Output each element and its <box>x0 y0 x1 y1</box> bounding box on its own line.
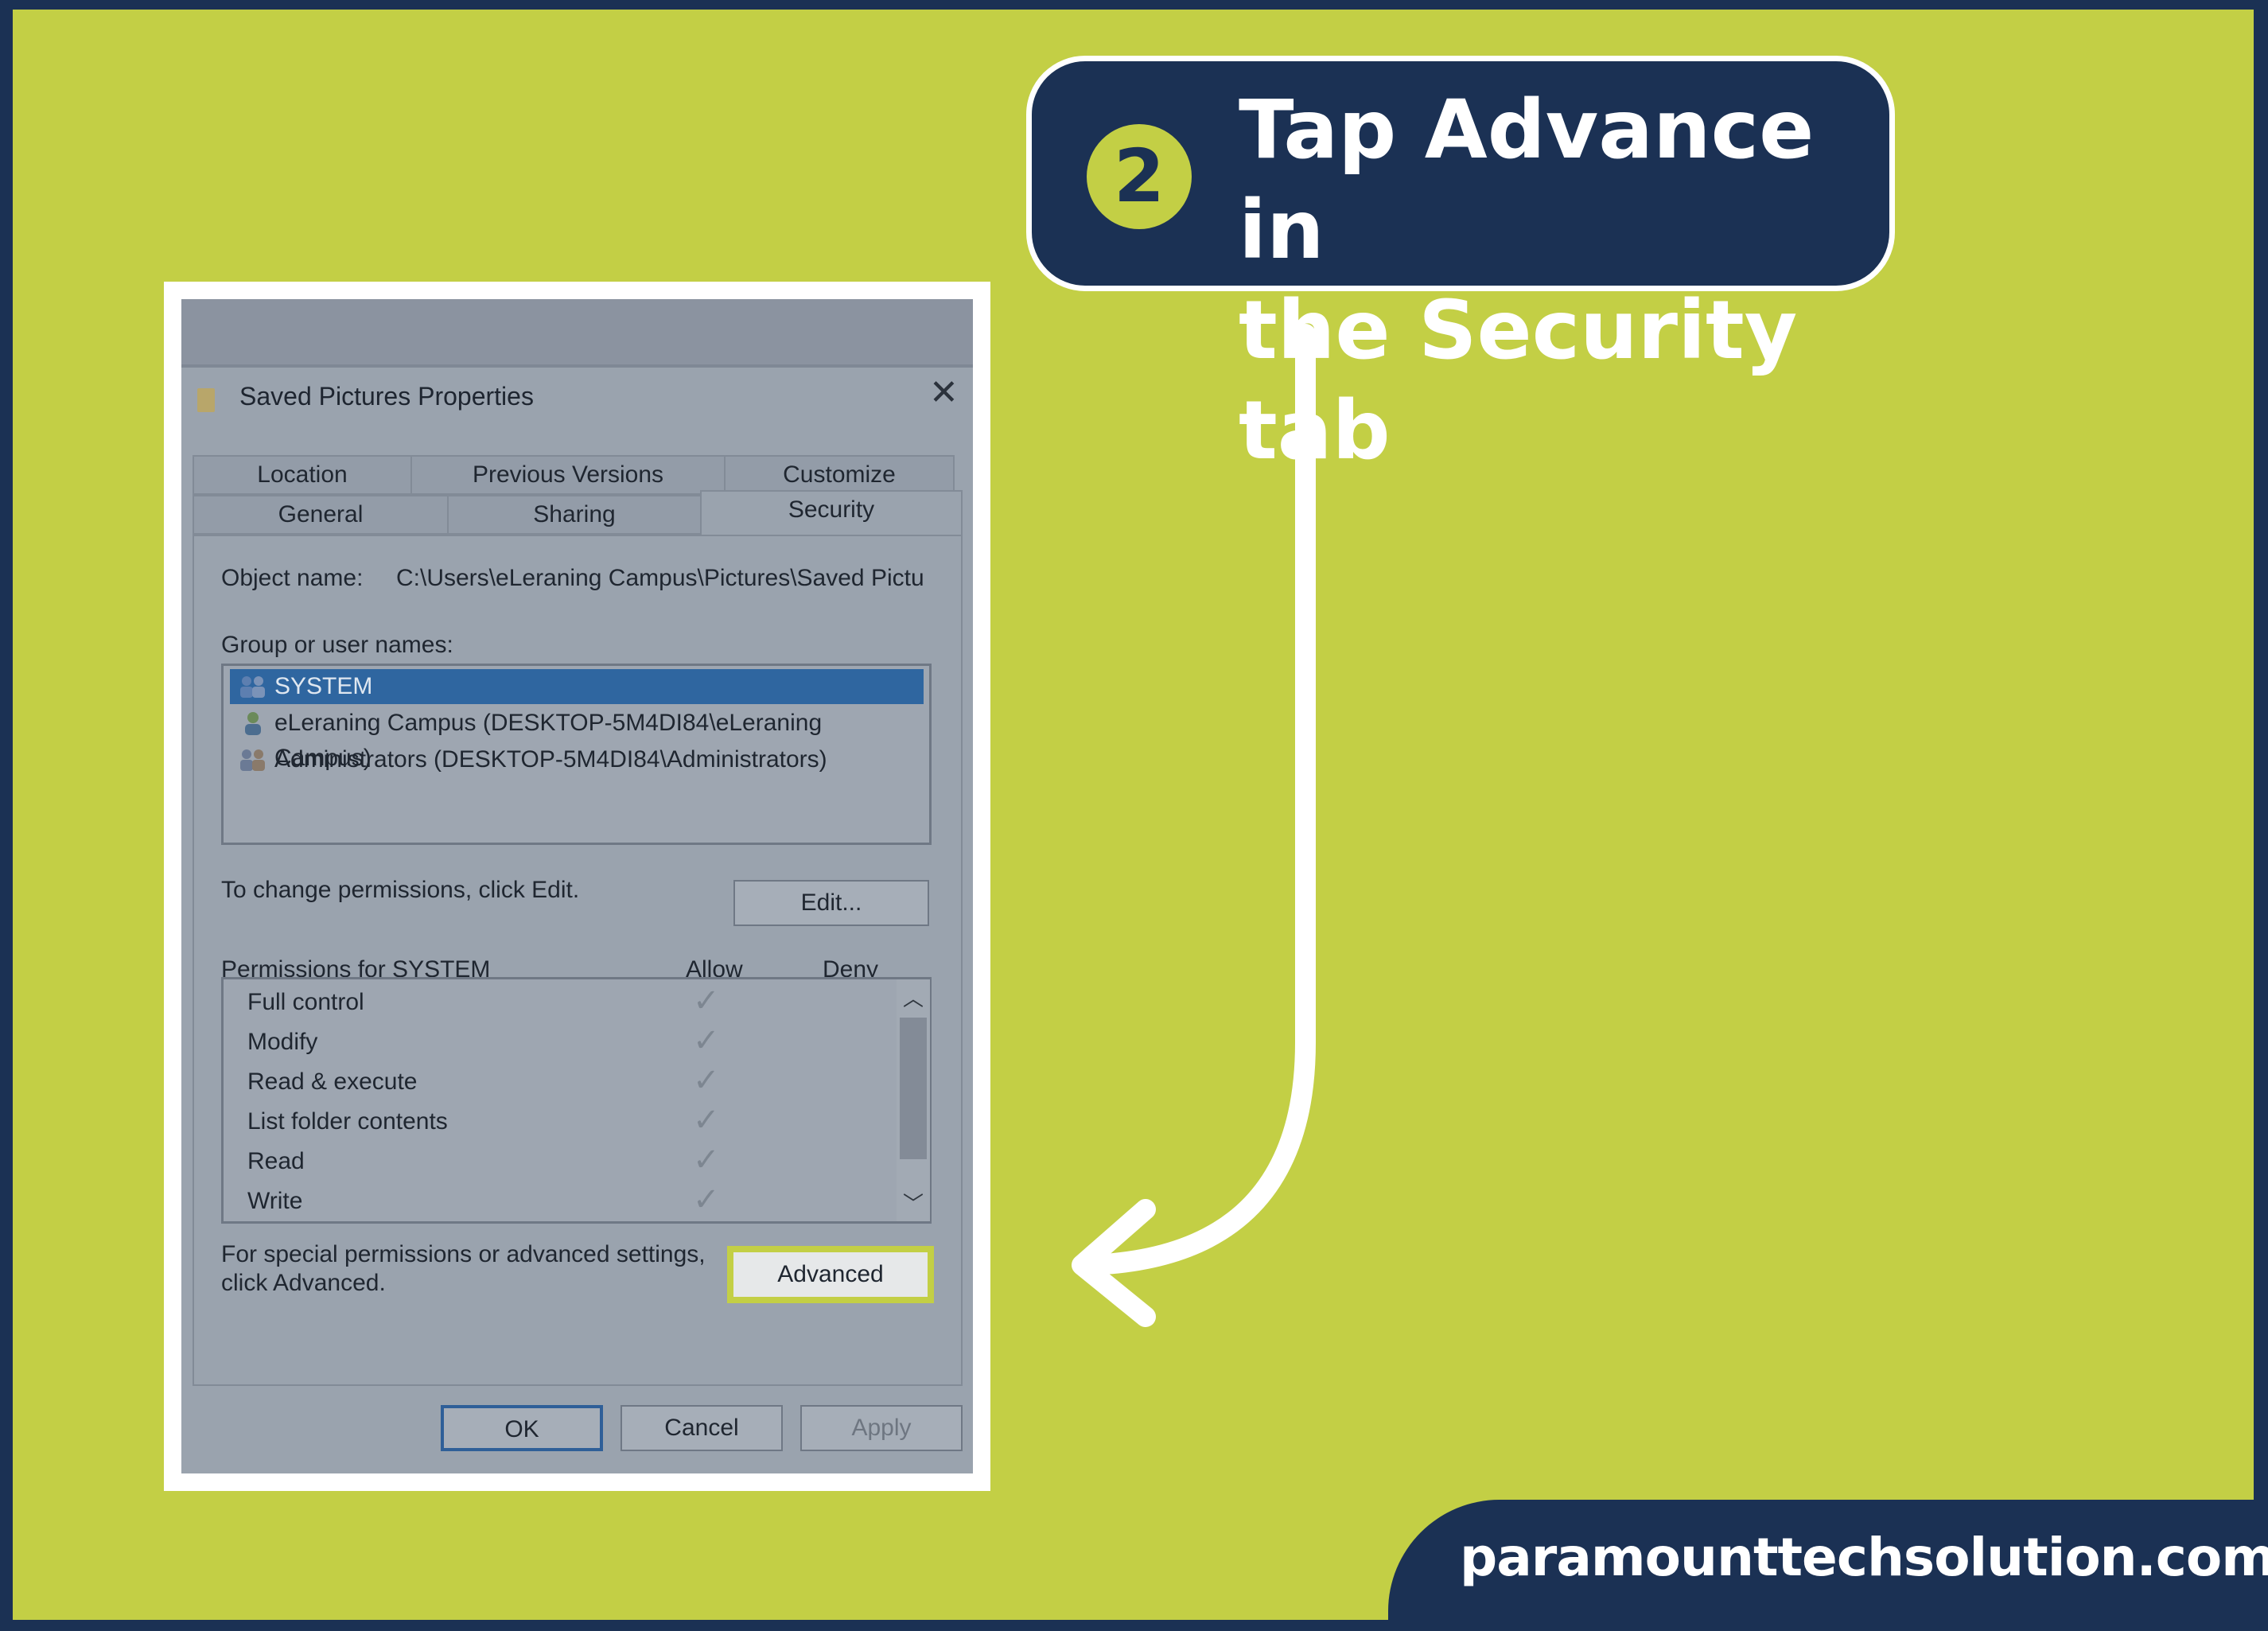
click-advanced-hint: click Advanced. <box>221 1270 386 1296</box>
group-user-label: Group or user names: <box>221 632 453 658</box>
close-icon[interactable]: ✕ <box>929 376 959 411</box>
object-name-label: Object name: <box>221 565 364 591</box>
cancel-button[interactable]: Cancel <box>620 1405 783 1451</box>
scroll-thumb[interactable] <box>900 1018 927 1159</box>
permission-full-control: Full control <box>247 989 364 1015</box>
user-row-eleraning-campus[interactable]: eLeraning Campus (DESKTOP-5M4DI84\eLeran… <box>230 706 924 771</box>
user-name: Administrators (DESKTOP-5M4DI84\Administ… <box>274 746 827 773</box>
permissions-list: Full control ✓ Modify ✓ Read & execute ✓… <box>221 977 932 1224</box>
ok-button[interactable]: OK <box>441 1405 603 1451</box>
allow-check-icon: ✓ <box>693 1182 720 1217</box>
screenshot-frame: Saved Pictures Properties ✕ Location Pre… <box>164 282 990 1491</box>
properties-dialog-screenshot: Saved Pictures Properties ✕ Location Pre… <box>181 299 973 1473</box>
footer-banner: paramounttechsolution.com <box>1388 1500 2268 1631</box>
allow-check-icon: ✓ <box>693 1103 720 1138</box>
permission-read-execute: Read & execute <box>247 1069 418 1095</box>
folder-icon <box>197 388 215 412</box>
permission-write: Write <box>247 1188 303 1214</box>
permission-modify: Modify <box>247 1029 318 1055</box>
apply-button[interactable]: Apply <box>800 1405 963 1451</box>
permission-read: Read <box>247 1148 305 1174</box>
edit-button[interactable]: Edit... <box>733 880 929 926</box>
advanced-button[interactable]: Advanced <box>733 1252 928 1297</box>
site-url: paramounttechsolution.com <box>1460 1527 2268 1588</box>
scroll-down-icon[interactable]: ﹀ <box>897 1188 930 1217</box>
allow-check-icon: ✓ <box>693 983 720 1018</box>
user-row-system[interactable]: SYSTEM <box>230 669 924 704</box>
special-permissions-hint: For special permissions or advanced sett… <box>221 1241 706 1267</box>
user-row-administrators[interactable]: Administrators (DESKTOP-5M4DI84\Administ… <box>230 742 924 777</box>
change-permissions-hint: To change permissions, click Edit. <box>221 877 580 903</box>
allow-check-icon: ✓ <box>693 1023 720 1058</box>
scroll-up-icon[interactable]: ︿ <box>897 983 930 1012</box>
tab-security[interactable]: Security <box>700 490 963 535</box>
tab-previous-versions[interactable]: Previous Versions <box>410 455 726 495</box>
permissions-scrollbar[interactable]: ︿ ﹀ <box>897 979 930 1221</box>
object-name-value: C:\Users\eLeraning Campus\Pictures\Saved… <box>396 565 924 591</box>
group-users-icon <box>240 749 265 771</box>
tab-general[interactable]: General <box>193 495 449 535</box>
tab-sharing[interactable]: Sharing <box>447 495 702 535</box>
tab-customize[interactable]: Customize <box>724 455 955 495</box>
dialog-title: Saved Pictures Properties <box>239 382 534 411</box>
user-icon <box>245 712 261 735</box>
user-list: SYSTEM eLeraning Campus (DESKTOP-5M4DI84… <box>221 664 932 845</box>
advanced-button-highlight: Advanced <box>727 1246 934 1303</box>
group-users-icon <box>240 676 265 698</box>
user-name: SYSTEM <box>274 673 373 699</box>
tab-location[interactable]: Location <box>193 455 412 495</box>
allow-check-icon: ✓ <box>693 1063 720 1098</box>
allow-check-icon: ✓ <box>693 1142 720 1178</box>
permission-list-folder-contents: List folder contents <box>247 1108 448 1135</box>
